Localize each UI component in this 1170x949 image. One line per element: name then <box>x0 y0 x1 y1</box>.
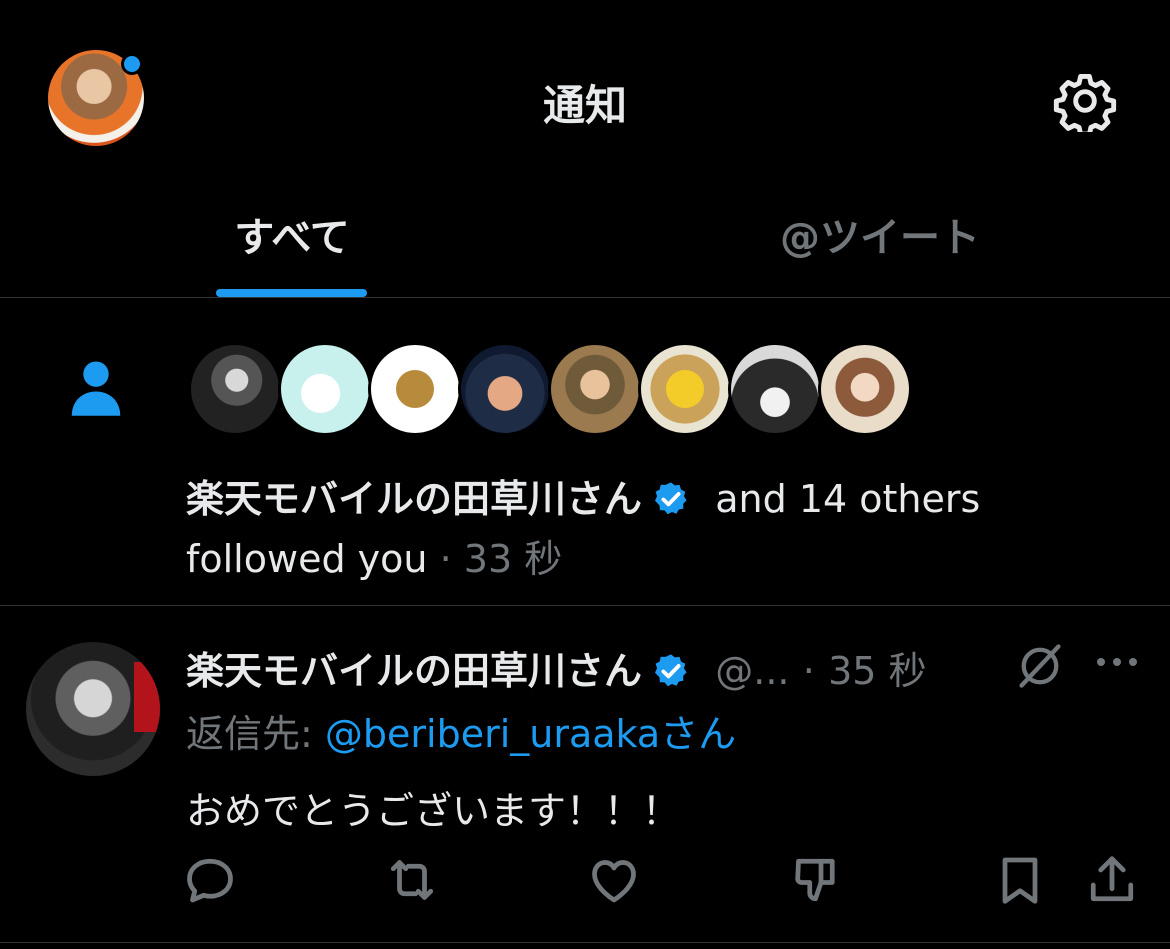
tweet-header: 楽天モバイルの田草川さん @... · 35 秒 <box>186 640 927 695</box>
settings-gear-icon[interactable] <box>1050 70 1120 137</box>
follower-avatar[interactable] <box>728 342 822 436</box>
divider <box>0 605 1170 606</box>
followed-you-text: followed you <box>186 537 428 581</box>
followed-you-line: followed you · 33 秒 <box>186 528 562 583</box>
more-options-icon[interactable] <box>1092 642 1142 682</box>
follower-avatar[interactable] <box>368 342 462 436</box>
time-separator: · <box>439 537 452 581</box>
share-icon[interactable] <box>1082 850 1142 910</box>
follow-notification-text: 楽天モバイルの田草川さん and 14 others <box>186 468 980 523</box>
bookmark-icon[interactable] <box>990 850 1050 910</box>
divider <box>0 942 1170 943</box>
reply-to-handle[interactable]: @beriberi_uraaka <box>325 712 660 756</box>
page-title: 通知 <box>542 81 627 130</box>
timestamp: 35 秒 <box>828 649 927 693</box>
person-icon <box>68 358 124 418</box>
divider <box>0 297 1170 298</box>
author-handle[interactable]: @... <box>715 649 789 693</box>
grok-icon[interactable] <box>1014 640 1066 692</box>
follower-avatar[interactable] <box>548 342 642 436</box>
verified-badge-icon <box>652 652 690 690</box>
reply-context: 返信先: @beriberi_uraakaさん <box>186 703 736 758</box>
follower-avatar[interactable] <box>188 342 282 436</box>
tweet-body: おめでとうございます！！！ <box>186 789 681 833</box>
active-tab-indicator <box>216 289 367 297</box>
reply-prefix: 返信先: <box>186 712 313 756</box>
tab-all[interactable]: すべて <box>216 205 368 263</box>
author-avatar[interactable] <box>26 642 160 776</box>
reply-icon[interactable] <box>180 850 240 910</box>
like-heart-icon[interactable] <box>584 850 644 910</box>
tab-mentions[interactable]: @ツイート <box>760 205 1000 263</box>
downvote-icon[interactable] <box>786 850 846 910</box>
time-separator: · <box>802 649 815 693</box>
follower-avatar[interactable] <box>458 342 552 436</box>
timestamp: 33 秒 <box>463 537 563 581</box>
follower-avatar[interactable] <box>638 342 732 436</box>
and-others-text: and 14 others <box>715 477 981 521</box>
follower-avatar[interactable] <box>278 342 372 436</box>
reply-suffix: さん <box>660 712 737 756</box>
verified-badge-icon <box>652 480 690 518</box>
follower-avatar[interactable] <box>818 342 912 436</box>
follower-name[interactable]: 楽天モバイルの田草川さん <box>186 477 642 521</box>
retweet-icon[interactable] <box>382 850 442 910</box>
author-name[interactable]: 楽天モバイルの田草川さん <box>186 649 642 693</box>
